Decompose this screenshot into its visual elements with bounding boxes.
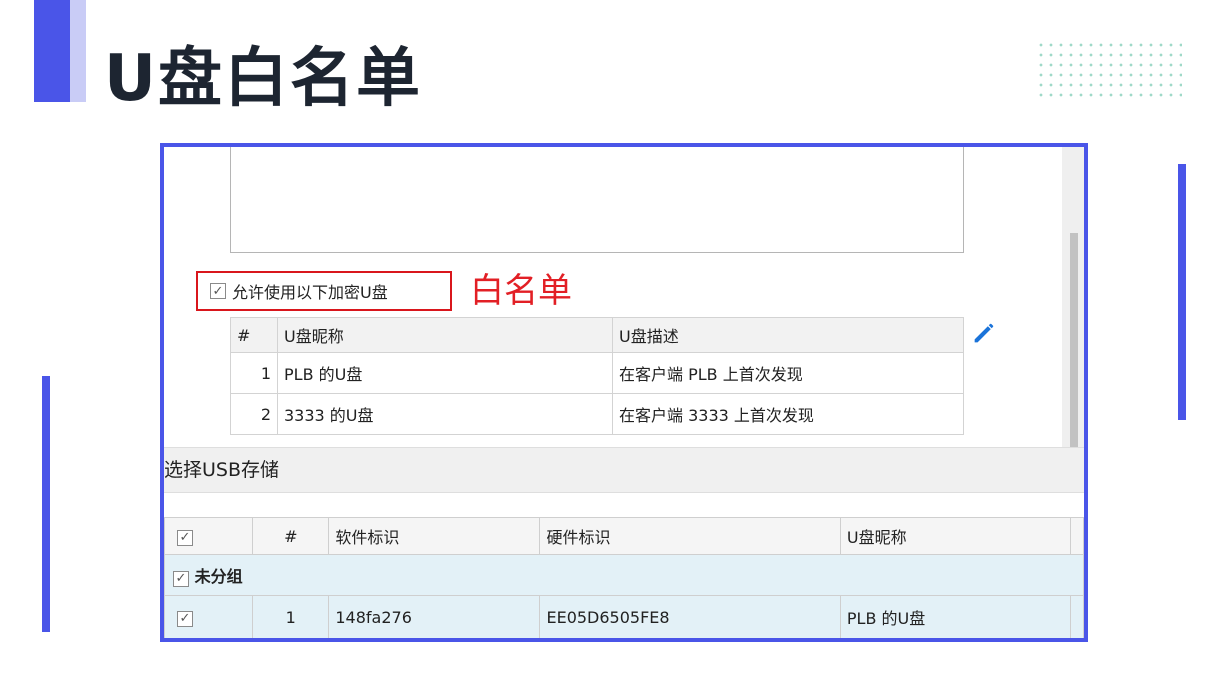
description-textarea[interactable] [230,147,964,253]
group-row[interactable]: ✓ 未分组 [164,554,1084,596]
table-row[interactable]: ✓ 1 148fa276 EE05D6505FE8 PLB 的U盘 [164,595,1084,638]
row-index: 1 [230,352,278,394]
left-accent-line [42,376,50,632]
column-header-hardware-id[interactable]: 硬件标识 [539,517,841,555]
row-software-id: 148fa276 [328,595,541,638]
pencil-icon[interactable] [970,319,998,347]
column-header-software-id[interactable]: 软件标识 [328,517,541,555]
title-accent-bar [34,0,70,102]
row-nickname: 3333 的U盘 [277,393,613,435]
row-index: 1 [252,595,330,638]
row-description: 在客户端 PLB 上首次发现 [612,352,964,394]
column-header-description[interactable]: U盘描述 [612,317,964,353]
column-header-index[interactable]: # [230,317,278,353]
usb-storage-table: ✓ # 软件标识 硬件标识 U盘昵称 ✓ 未分组 ✓ 1 148fa276 EE… [164,517,1084,638]
column-header-extra [1070,517,1084,555]
row-hardware-id: EE05D6505FE8 [539,595,841,638]
row-checkbox[interactable]: ✓ [177,610,193,627]
row-index: 2 [230,393,278,435]
group-label: 未分组 [194,567,243,586]
row-nickname: PLB 的U盘 [839,595,1072,638]
slide-title: U盘白名单 [104,42,422,116]
group-cell[interactable]: ✓ 未分组 [164,554,1084,596]
whitelist-table: # U盘昵称 U盘描述 1 PLB 的U盘 在客户端 PLB 上首次发现 2 3… [230,317,964,435]
row-nickname: PLB 的U盘 [277,352,613,394]
select-all-header[interactable]: ✓ [164,517,254,555]
row-extra [1070,595,1084,638]
column-header-nickname[interactable]: U盘昵称 [277,317,613,353]
allow-checkbox-label: 允许使用以下加密U盘 [232,283,388,302]
scrollbar-thumb[interactable] [1070,233,1078,447]
group-checkbox[interactable]: ✓ [173,570,189,587]
table-row[interactable]: 2 3333 的U盘 在客户端 3333 上首次发现 [230,393,964,435]
title-accent-bar-light [70,0,86,102]
screenshot-frame: ✓ 允许使用以下加密U盘 白名单 # U盘昵称 U盘描述 1 PLB 的U盘 在… [160,143,1088,642]
dot-grid-decoration [1036,40,1182,100]
table-header-row: ✓ # 软件标识 硬件标识 U盘昵称 [164,517,1084,555]
column-header-index[interactable]: # [252,517,330,555]
usb-section-header: 选择USB存储 [164,447,1084,493]
table-row[interactable]: 1 PLB 的U盘 在客户端 PLB 上首次发现 [230,352,964,394]
column-header-nickname[interactable]: U盘昵称 [839,517,1072,555]
allow-checkbox[interactable]: ✓ [210,283,226,299]
right-accent-line [1178,164,1186,420]
whitelist-pane: ✓ 允许使用以下加密U盘 白名单 # U盘昵称 U盘描述 1 PLB 的U盘 在… [164,147,1084,447]
row-checkbox-cell[interactable]: ✓ [164,595,254,638]
allow-encrypted-usb-option[interactable]: ✓ 允许使用以下加密U盘 [196,271,452,311]
table-header-row: # U盘昵称 U盘描述 [230,317,964,353]
whitelist-annotation: 白名单 [470,271,572,311]
section-spacer [164,493,1084,517]
row-description: 在客户端 3333 上首次发现 [612,393,964,435]
select-all-checkbox[interactable]: ✓ [177,529,193,546]
